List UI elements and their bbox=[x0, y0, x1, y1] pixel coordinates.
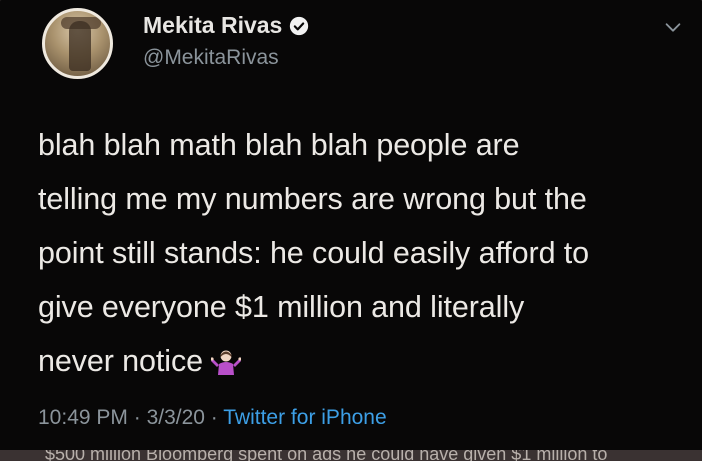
person-shrugging-emoji-icon bbox=[210, 350, 241, 375]
meta-separator: · bbox=[127, 406, 147, 429]
tweet-source-link[interactable]: Twitter for iPhone bbox=[223, 406, 386, 429]
tweet-metadata: 10:49 PM · 3/3/20 · Twitter for iPhone bbox=[38, 406, 387, 430]
meta-separator: · bbox=[204, 406, 224, 429]
tweet-text-block: blah blah math blah blah people are tell… bbox=[38, 118, 698, 388]
author-name-row[interactable]: Mekita Rivas bbox=[143, 12, 309, 39]
verified-badge-icon bbox=[290, 16, 309, 35]
avatar[interactable] bbox=[42, 8, 113, 79]
tweet-date[interactable]: 3/3/20 bbox=[147, 406, 205, 429]
author-name[interactable]: Mekita Rivas bbox=[143, 12, 282, 39]
tweet-time[interactable]: 10:49 PM bbox=[38, 406, 128, 429]
tweet-text: blah blah math blah blah people are tell… bbox=[38, 128, 590, 378]
author-handle[interactable]: @MekitaRivas bbox=[143, 46, 279, 70]
background-caption-strip: $500 million Bloomberg spent on ads he c… bbox=[0, 450, 702, 461]
chevron-down-icon[interactable] bbox=[662, 16, 684, 38]
avatar-photo-figure bbox=[69, 21, 91, 71]
tweet-card: Mekita Rivas @MekitaRivas blah blah math… bbox=[0, 0, 702, 452]
background-caption-text: $500 million Bloomberg spent on ads he c… bbox=[45, 450, 608, 461]
